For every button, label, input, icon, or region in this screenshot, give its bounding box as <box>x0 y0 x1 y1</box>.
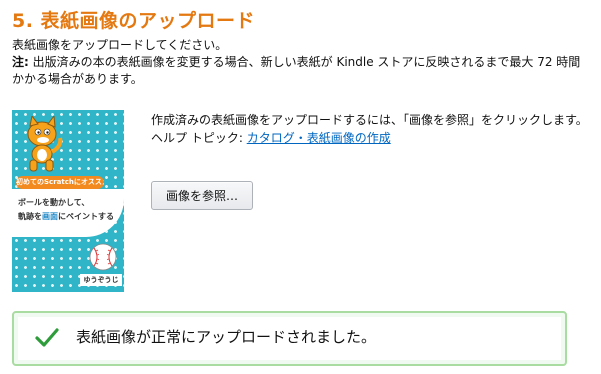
success-message: 表紙画像が正常にアップロードされました。 <box>76 328 377 346</box>
cover-text-part: 軌跡を <box>18 212 42 221</box>
browse-image-button[interactable]: 画像を参照… <box>151 181 253 210</box>
cover-text-part: にペイントする <box>58 212 114 221</box>
cover-author: ゆうぞうじ <box>80 274 122 286</box>
help-topic-line: ヘルプ トピック: カタログ・表紙画像の作成 <box>151 129 591 147</box>
cover-text-line: ボールを動かして、 <box>18 198 90 207</box>
cover-text-line: 軌跡を画面にペイントする <box>18 211 114 222</box>
scratch-cat-image <box>27 116 63 172</box>
upload-instructions: 作成済みの表紙画像をアップロードするには、「画像を参照」をクリックします。 ヘル… <box>151 111 591 147</box>
upload-instruction-text: 作成済みの表紙画像をアップロードするには、「画像を参照」をクリックします。 <box>151 113 588 127</box>
intro-note: 注: 出版済みの本の表紙画像を変更する場合、新しい表紙が Kindle ストアに… <box>12 54 592 88</box>
cover-thumbnail: 初めてのScratchにオススメ! ボールを動かして、 軌跡を画面にペイントする… <box>12 110 124 292</box>
note-text: 出版済みの本の表紙画像を変更する場合、新しい表紙が Kindle ストアに反映さ… <box>12 55 581 86</box>
cover-text-highlight: 画面 <box>42 212 58 221</box>
help-topic-label: ヘルプ トピック: <box>151 131 247 145</box>
help-topic-link[interactable]: カタログ・表紙画像の作成 <box>247 131 391 145</box>
baseball-image <box>89 243 117 271</box>
cover-badge: 初めてのScratchにオススメ! <box>16 176 104 189</box>
section-title: 5. 表紙画像のアップロード <box>12 10 256 32</box>
checkmark-icon <box>35 328 59 347</box>
upload-success-alert: 表紙画像が正常にアップロードされました。 <box>12 311 567 366</box>
note-label: 注: <box>12 55 29 69</box>
cover-text-panel: ボールを動かして、 軌跡を画面にペイントする <box>12 189 124 237</box>
intro-text-block: 表紙画像をアップロードしてください。 注: 出版済みの本の表紙画像を変更する場合… <box>12 37 592 88</box>
intro-instruction: 表紙画像をアップロードしてください。 <box>12 38 228 52</box>
